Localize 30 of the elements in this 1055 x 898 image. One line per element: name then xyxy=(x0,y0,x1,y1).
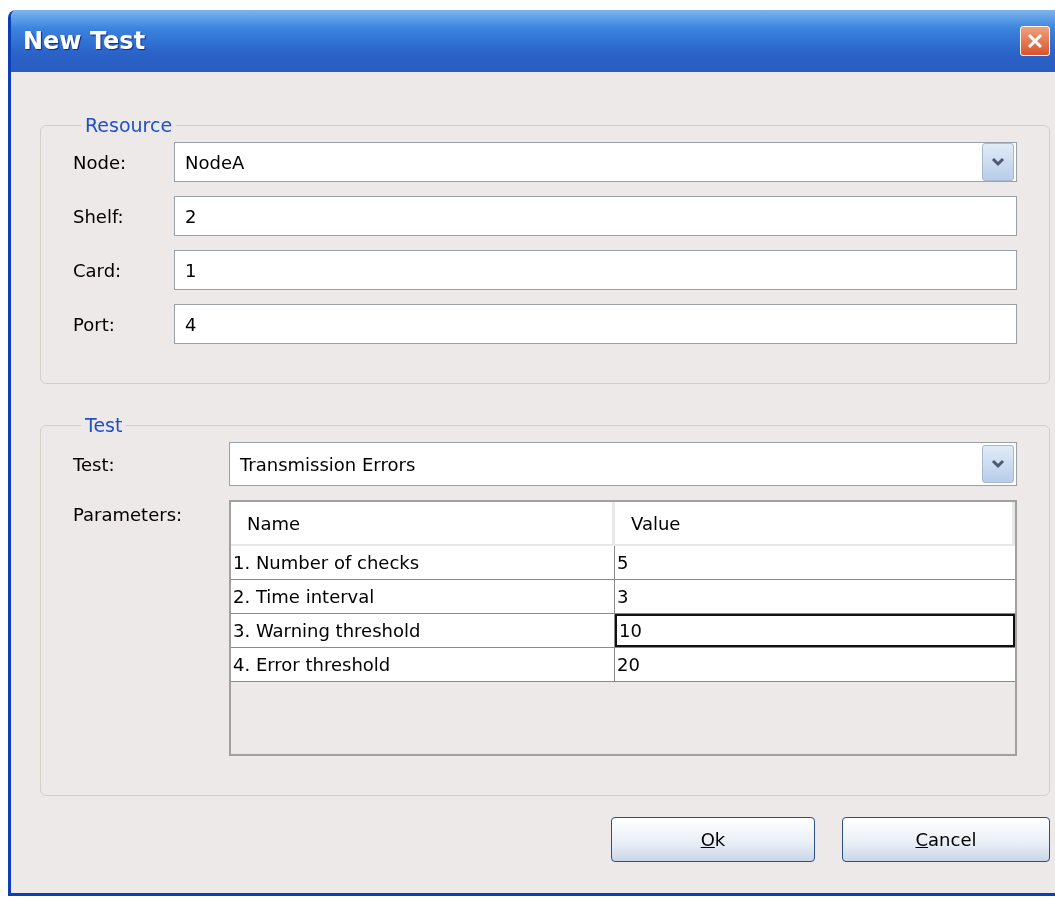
field-label: Card: xyxy=(73,259,123,281)
field-label: Test: xyxy=(73,453,116,475)
input-field[interactable]: 1 xyxy=(174,250,1017,290)
group-title: Resource xyxy=(84,114,174,136)
table-cell[interactable]: 5 xyxy=(615,546,1015,579)
dropdown-field[interactable]: Transmission Errors xyxy=(229,442,1017,486)
input-field[interactable]: 2 xyxy=(174,196,1017,236)
table-cell[interactable]: 20 xyxy=(615,648,1015,681)
field-label: Shelf: xyxy=(73,205,125,227)
table-cell: 1. Number of checks xyxy=(231,546,615,579)
close-button[interactable] xyxy=(1020,26,1050,56)
field-label: Node: xyxy=(73,151,128,173)
dropdown-arrow-button[interactable] xyxy=(982,445,1014,483)
input-field[interactable]: 4 xyxy=(174,304,1017,344)
table-cell: 4. Error threshold xyxy=(231,648,615,681)
table-cell[interactable]: 10 xyxy=(615,614,1015,647)
dropdown-arrow-button[interactable] xyxy=(982,143,1014,181)
window-title: New Test xyxy=(23,27,146,55)
table-cell[interactable]: 3 xyxy=(615,580,1015,613)
close-icon xyxy=(1025,31,1045,51)
dropdown-field[interactable]: NodeA xyxy=(174,142,1017,182)
dialog-button[interactable]: Ok xyxy=(611,817,815,862)
table-cell: 3. Warning threshold xyxy=(231,614,615,647)
field-label: Parameters: xyxy=(73,503,184,525)
chevron-down-icon xyxy=(991,459,1005,469)
table-cell: 2. Time interval xyxy=(231,580,615,613)
field-label: Port: xyxy=(73,313,116,335)
dialog-button[interactable]: Cancel xyxy=(842,817,1050,862)
chevron-down-icon xyxy=(991,157,1005,167)
group-title: Test xyxy=(84,414,124,436)
